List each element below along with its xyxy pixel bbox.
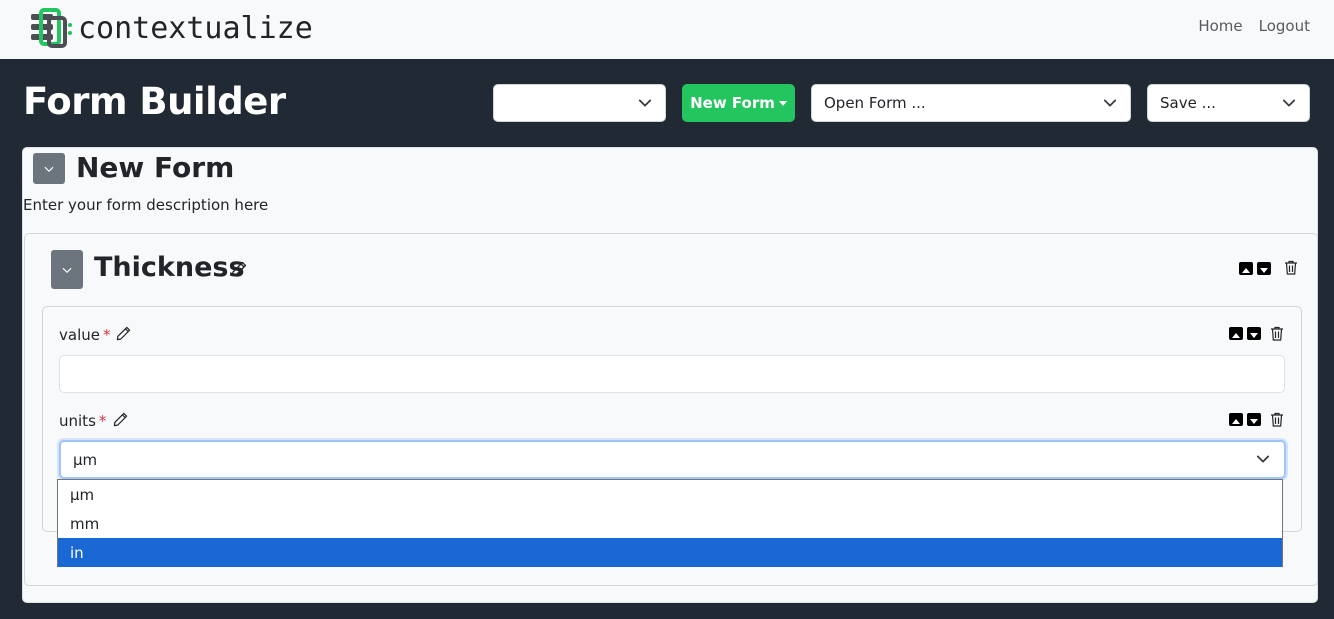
chevron-down-icon xyxy=(44,166,54,172)
field-label-text: value xyxy=(59,326,100,344)
units-select[interactable]: μm xyxy=(59,440,1286,479)
new-form-button[interactable]: New Form xyxy=(682,84,795,122)
nav-links: Home Logout xyxy=(1198,17,1310,35)
form-title[interactable]: New Form xyxy=(76,151,234,184)
trash-icon[interactable] xyxy=(1284,260,1298,275)
section-collapse-button[interactable] xyxy=(51,250,83,289)
move-down-icon[interactable] xyxy=(1247,327,1261,340)
units-dropdown-list: μm mm in xyxy=(57,479,1283,567)
brand-name: contextualize xyxy=(78,10,313,46)
move-up-icon[interactable] xyxy=(1239,262,1253,275)
nav-logout-link[interactable]: Logout xyxy=(1259,17,1310,35)
move-up-icon[interactable] xyxy=(1229,327,1243,340)
save-select[interactable]: Save ... xyxy=(1147,84,1310,122)
dropdown-option-mm[interactable]: mm xyxy=(58,509,1282,538)
value-input[interactable] xyxy=(59,355,1285,393)
top-navbar: contextualize Home Logout xyxy=(0,0,1334,59)
dropdown-option-in[interactable]: in xyxy=(58,538,1282,567)
required-asterisk: * xyxy=(102,326,111,344)
brand[interactable]: contextualize xyxy=(29,8,313,48)
open-form-select-value: Open Form ... xyxy=(824,94,926,112)
section-title: Thickness xyxy=(94,252,245,283)
move-down-icon[interactable] xyxy=(1257,262,1271,275)
new-form-button-label: New Form xyxy=(690,94,775,112)
units-select-value: μm xyxy=(73,450,98,469)
chevron-down-icon xyxy=(638,99,652,107)
trash-icon[interactable] xyxy=(1270,412,1284,427)
required-asterisk: * xyxy=(98,412,107,430)
page-title: Form Builder xyxy=(23,80,286,123)
field-label-text: units xyxy=(59,412,96,430)
chevron-down-icon xyxy=(1103,99,1117,107)
chevron-down-icon xyxy=(1256,455,1270,463)
save-select-value: Save ... xyxy=(1160,94,1216,112)
form-collapse-button[interactable] xyxy=(33,153,65,184)
trash-icon[interactable] xyxy=(1270,326,1284,341)
blank-select[interactable] xyxy=(493,84,666,122)
caret-down-icon xyxy=(778,100,787,106)
open-form-select[interactable]: Open Form ... xyxy=(811,84,1131,122)
edit-pencil-icon[interactable] xyxy=(116,326,131,341)
move-down-icon[interactable] xyxy=(1247,413,1261,426)
dropdown-option-um[interactable]: μm xyxy=(58,480,1282,509)
nav-home-link[interactable]: Home xyxy=(1198,17,1242,35)
form-description[interactable]: Enter your form description here xyxy=(23,196,268,214)
edit-pencil-icon[interactable] xyxy=(113,412,128,427)
field-label-value: value * xyxy=(59,326,110,344)
chevron-down-icon xyxy=(62,267,72,273)
edit-pencil-icon[interactable] xyxy=(231,261,247,277)
logo-icon xyxy=(31,8,72,48)
move-up-icon[interactable] xyxy=(1229,413,1243,426)
field-label-units: units * xyxy=(59,412,106,430)
chevron-down-icon xyxy=(1282,99,1296,107)
